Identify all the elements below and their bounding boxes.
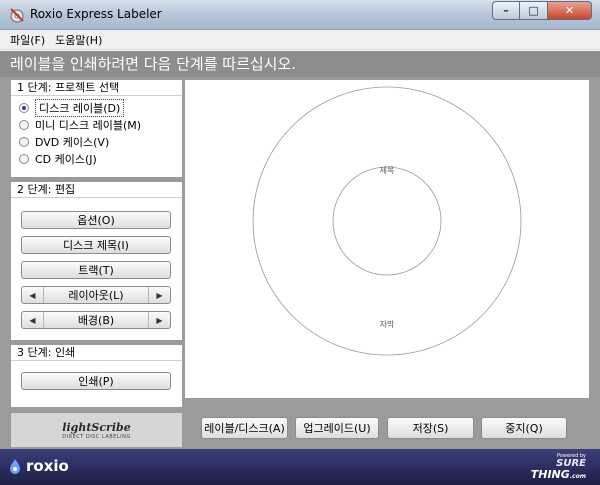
step2-title: 2 단계: 편집	[11, 182, 182, 198]
radio-disc-label[interactable]: 디스크 레이블(D)	[11, 98, 182, 117]
lightscribe-logo: lightScribe DIRECT DISC LABELING	[11, 413, 182, 447]
layout-prev-button[interactable]: ◀	[22, 287, 44, 303]
title-bar[interactable]: Roxio Express Labeler – □ ✕	[0, 0, 600, 30]
step1-title: 1 단계: 프로젝트 선택	[11, 80, 182, 96]
maximize-icon: □	[528, 4, 539, 17]
instruction-banner: 레이블을 인쇄하려면 다음 단계를 따르십시오.	[0, 51, 600, 77]
label-canvas[interactable]: 제목 자막	[185, 80, 589, 398]
thing-word: THING	[530, 468, 570, 481]
roxio-wordmark: roxio	[26, 457, 69, 475]
radio-mini-disc-label[interactable]: 미니 디스크 레이블(M)	[11, 116, 182, 133]
arrow-right-icon: ▶	[156, 290, 163, 300]
thing-text: THING.com	[531, 469, 586, 482]
radio-label: CD 케이스(J)	[35, 152, 97, 166]
options-button[interactable]: 옵션(O)	[21, 211, 171, 229]
radio-button[interactable]	[19, 119, 29, 130]
disc-subtitle-text[interactable]: 자막	[380, 319, 395, 329]
disc-title-text[interactable]: 제목	[380, 166, 395, 175]
radio-button[interactable]	[19, 153, 29, 164]
lightscribe-tagline: DIRECT DISC LABELING	[62, 433, 131, 440]
arrow-left-icon: ◀	[29, 290, 36, 300]
disc-outer-circle	[252, 86, 522, 356]
background-selector: ◀ 배경(B) ▶	[21, 311, 171, 329]
main-area: 1 단계: 프로젝트 선택 디스크 레이블(D) 미니 디스크 레이블(M) D…	[0, 77, 600, 449]
window-title: Roxio Express Labeler	[30, 7, 162, 21]
close-icon: ✕	[564, 4, 575, 17]
background-next-button[interactable]: ▶	[148, 312, 170, 328]
step1-panel: 1 단계: 프로젝트 선택 디스크 레이블(D) 미니 디스크 레이블(M) D…	[11, 80, 182, 177]
label-disc-button[interactable]: 레이블/디스크(A)	[201, 417, 288, 439]
radio-label: DVD 케이스(V)	[35, 135, 110, 149]
step3-title: 3 단계: 인쇄	[11, 345, 182, 361]
radio-dvd-case[interactable]: DVD 케이스(V)	[11, 133, 182, 150]
arrow-right-icon: ▶	[156, 315, 163, 325]
disc-inner-circle	[332, 166, 442, 276]
minimize-icon: –	[503, 4, 509, 17]
print-button[interactable]: 인쇄(P)	[21, 372, 171, 390]
radio-button[interactable]	[19, 136, 29, 147]
layout-label: 레이아웃(L)	[68, 289, 124, 302]
roxio-logo: roxio	[8, 457, 69, 475]
surething-logo: Powered by SURE THING.com	[531, 453, 586, 482]
arrow-left-icon: ◀	[29, 315, 36, 325]
layout-selector: ◀ 레이아웃(L) ▶	[21, 286, 171, 304]
menu-bar: 파일(F) 도움말(H)	[0, 30, 600, 50]
radio-cd-case[interactable]: CD 케이스(J)	[11, 150, 182, 167]
disc-preview: 제목 자막	[252, 86, 522, 356]
tracks-button[interactable]: 트랙(T)	[21, 261, 171, 279]
menu-file[interactable]: 파일(F)	[10, 32, 45, 48]
lightscribe-wordmark: lightScribe	[62, 420, 131, 434]
stop-button[interactable]: 중지(Q)	[481, 417, 567, 439]
footer-bar: roxio Powered by SURE THING.com	[0, 449, 600, 485]
minimize-button[interactable]: –	[492, 1, 520, 20]
disc-title-button[interactable]: 디스크 제목(I)	[21, 236, 171, 254]
app-icon	[10, 8, 24, 23]
radio-label: 미니 디스크 레이블(M)	[35, 118, 142, 132]
radio-label: 디스크 레이블(D)	[35, 98, 125, 117]
step2-panel: 2 단계: 편집 옵션(O) 디스크 제목(I) 트랙(T) ◀ 레이아웃(L)…	[11, 182, 182, 340]
step3-panel: 3 단계: 인쇄 인쇄(P)	[11, 345, 182, 407]
background-label: 배경(B)	[77, 314, 115, 327]
roxio-flame-icon	[10, 459, 20, 474]
close-button[interactable]: ✕	[548, 1, 592, 20]
upgrade-button[interactable]: 업그레이드(U)	[295, 417, 379, 439]
dotcom-text: .com	[569, 473, 586, 480]
menu-help[interactable]: 도움말(H)	[55, 32, 102, 48]
maximize-button[interactable]: □	[520, 1, 548, 20]
background-prev-button[interactable]: ◀	[22, 312, 44, 328]
save-button[interactable]: 저장(S)	[387, 417, 474, 439]
layout-next-button[interactable]: ▶	[148, 287, 170, 303]
radio-button[interactable]	[19, 102, 29, 113]
